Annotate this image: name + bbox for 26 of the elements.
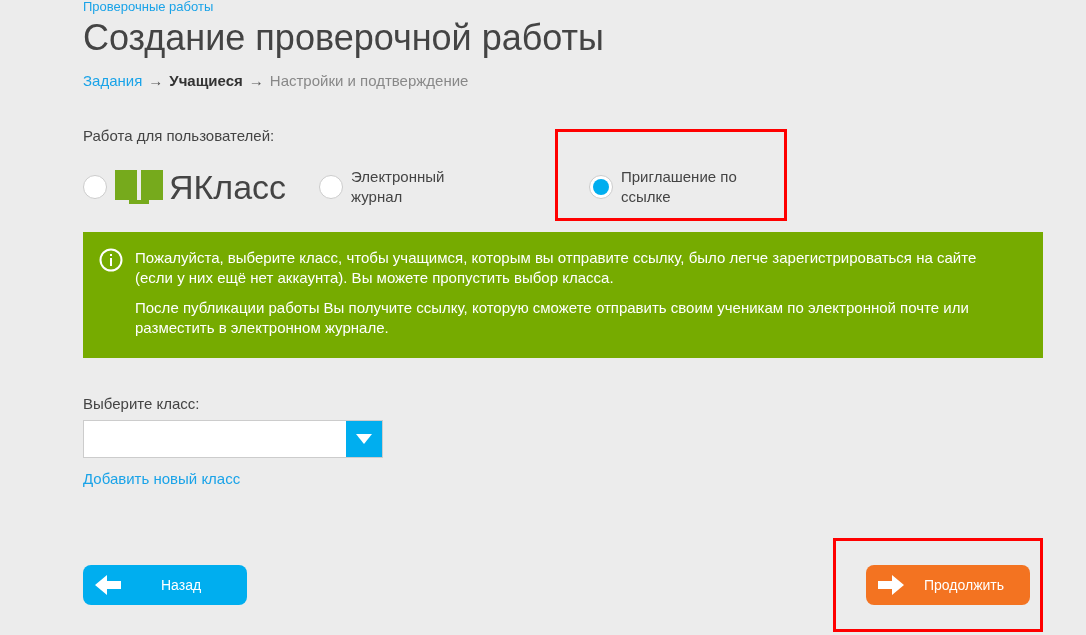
option-label: Приглашение по ссылке [621, 167, 738, 207]
info-icon [99, 248, 123, 272]
audience-label: Работа для пользователей: [83, 125, 276, 146]
class-select[interactable] [83, 419, 383, 458]
step-arrow: → [248, 71, 264, 91]
step-label: Настройки и подтверждение [269, 71, 469, 91]
breadcrumb-link[interactable]: Проверочные работы [83, 0, 1043, 14]
continue-button[interactable]: Продолжить [866, 565, 1030, 605]
option-label: Электронный журнал [351, 167, 446, 207]
dropdown-caret-icon [356, 433, 372, 444]
step-label: Учащиеся [169, 71, 243, 91]
page-title: Создание проверочной работы [83, 16, 605, 60]
radio-button[interactable] [319, 175, 343, 199]
step-arrow: → [148, 71, 164, 91]
step-label[interactable]: Задания [83, 70, 143, 93]
book-logo-icon [115, 170, 163, 204]
info-text: Пожалуйста, выберите класс, чтобы учащимся, которым вы отправите ссылку, было легче зарегистрироваться на сайте (если у них ещё нет аккаунта). Вы можете пропустить выбор класса. [135, 248, 978, 288]
info-text: После публикации работы Вы получите ссылку, которую сможете отправить своим ученикам по электронной почте или разместить в электронном журнале. [135, 298, 970, 338]
radio-button[interactable] [589, 175, 613, 199]
logo-text: ЯКласс [169, 170, 287, 204]
select-label: Выберите класс: [83, 394, 201, 414]
left-arrow-icon [95, 575, 121, 595]
back-button[interactable]: Назад [83, 565, 247, 605]
add-class-link[interactable]: Добавить новый класс [83, 467, 241, 490]
radio-button[interactable] [83, 175, 107, 199]
right-arrow-icon [878, 575, 904, 595]
